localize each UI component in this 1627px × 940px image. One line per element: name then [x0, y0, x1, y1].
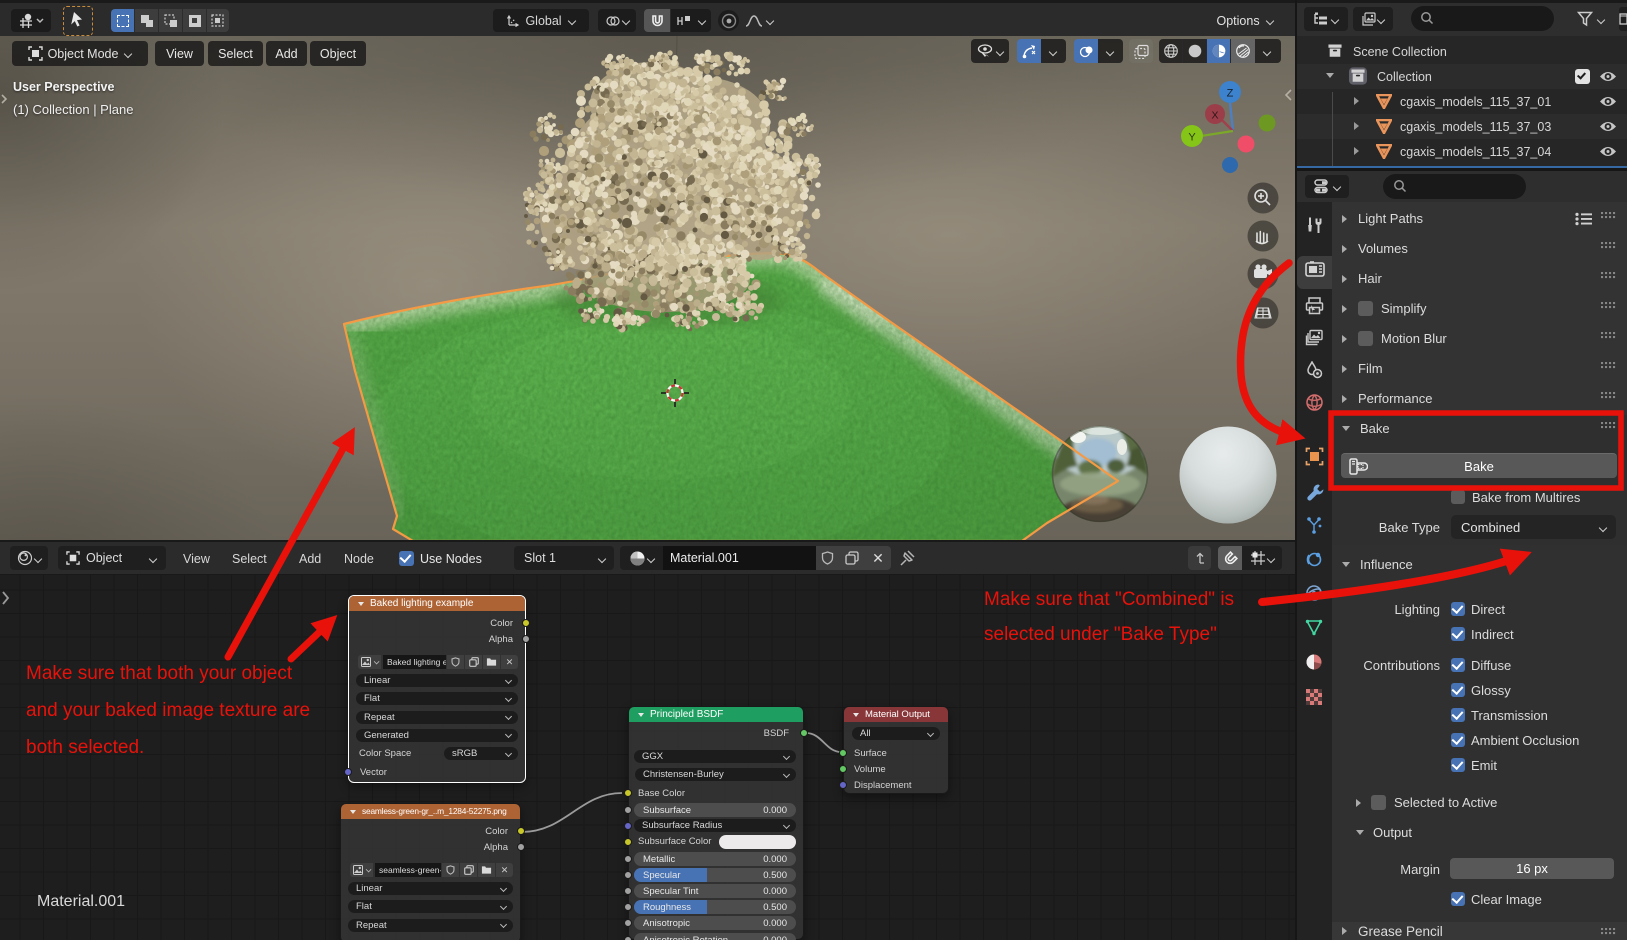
- svg-text:Z: Z: [1227, 88, 1234, 100]
- svg-text:X: X: [1211, 110, 1218, 122]
- svg-text:Y: Y: [1188, 132, 1196, 144]
